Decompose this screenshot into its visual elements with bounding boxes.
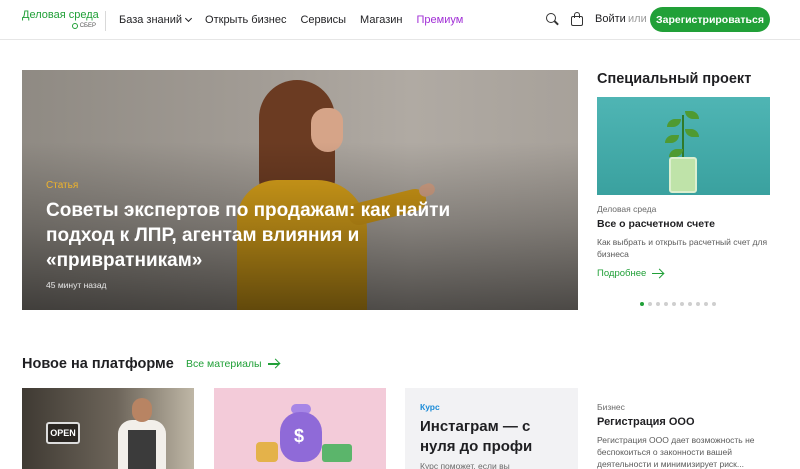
card-title[interactable]: Регистрация ООО — [597, 416, 695, 428]
logo-title: Деловая среда — [22, 9, 99, 21]
card-source: Бизнес — [597, 402, 625, 412]
shopping-bag-icon[interactable] — [571, 12, 583, 26]
carousel-dot[interactable] — [696, 302, 700, 306]
special-project-title[interactable]: Все о расчетном счете — [597, 218, 715, 230]
nav-item-shop[interactable]: Магазин — [360, 14, 402, 26]
search-icon[interactable] — [546, 13, 559, 26]
top-header: Деловая среда СБЕР База знаний Открыть б… — [0, 0, 800, 40]
hero-timestamp: 45 минут назад — [46, 280, 107, 290]
new-on-platform-heading: Новое на платформе — [22, 356, 174, 372]
all-materials-link[interactable]: Все материалы — [186, 358, 279, 370]
nav-item-premium[interactable]: Премиум — [416, 14, 463, 26]
login-link[interactable]: Войти — [595, 13, 626, 25]
material-card[interactable]: Бизнес Регистрация ООО Регистрация ООО д… — [597, 388, 777, 469]
special-project-description: Как выбрать и открыть расчетный счет для… — [597, 237, 768, 259]
card-description: Регистрация ООО дает возможность не бесп… — [597, 435, 755, 469]
carousel-dot[interactable] — [640, 302, 644, 306]
or-text: или — [628, 13, 647, 25]
chevron-down-icon — [184, 14, 193, 23]
nav-item-open-business[interactable]: Открыть бизнес — [205, 14, 286, 26]
nav-item-label: База знаний — [119, 14, 183, 26]
arrow-right-icon — [652, 272, 664, 275]
special-project-image[interactable] — [597, 97, 770, 195]
arrow-right-icon — [267, 363, 279, 365]
card-tag: Курс — [420, 402, 440, 412]
logo[interactable]: Деловая среда СБЕР — [22, 9, 99, 33]
material-card[interactable]: OPEN — [22, 388, 194, 469]
carousel-dot[interactable] — [712, 302, 716, 306]
special-project-more-link[interactable]: Подробнее — [597, 268, 664, 279]
register-button[interactable]: Зарегистрироваться — [650, 7, 770, 32]
card-title[interactable]: Инстаграм — с нуля до профи — [420, 417, 570, 457]
nav-item-services[interactable]: Сервисы — [300, 14, 346, 26]
carousel-dot[interactable] — [664, 302, 668, 306]
main-nav: База знаний Открыть бизнес Сервисы Магаз… — [119, 0, 463, 40]
cash-icon — [322, 444, 352, 462]
material-card[interactable]: Курс Инстаграм — с нуля до профи Курс по… — [405, 388, 578, 469]
logo-divider — [105, 11, 106, 31]
material-card[interactable]: $ — [214, 388, 386, 469]
hero-title[interactable]: Советы экспертов по продажам: как найти … — [46, 198, 516, 273]
logo-sub-label: СБЕР — [79, 23, 96, 29]
coins-icon — [256, 442, 278, 462]
carousel-dot[interactable] — [672, 302, 676, 306]
carousel-dot[interactable] — [688, 302, 692, 306]
special-project-heading: Специальный проект — [597, 71, 752, 87]
carousel-dots — [640, 302, 716, 306]
card-description: Курс поможет, если вы — [420, 461, 510, 469]
hero-overlay — [22, 70, 578, 310]
carousel-dot[interactable] — [704, 302, 708, 306]
hero-article[interactable]: Статья Советы экспертов по продажам: как… — [22, 70, 578, 310]
more-label: Подробнее — [597, 268, 647, 279]
carousel-dot[interactable] — [648, 302, 652, 306]
logo-sber: СБЕР — [71, 23, 96, 29]
open-sign: OPEN — [46, 422, 80, 444]
carousel-dot[interactable] — [680, 302, 684, 306]
all-materials-label: Все материалы — [186, 358, 262, 370]
carousel-dot[interactable] — [656, 302, 660, 306]
shop-owner-image — [114, 398, 170, 469]
nav-item-knowledge-base[interactable]: База знаний — [119, 14, 193, 26]
hero-tag: Статья — [46, 180, 79, 191]
sber-icon — [71, 23, 78, 29]
special-project-source: Деловая среда — [597, 204, 657, 214]
